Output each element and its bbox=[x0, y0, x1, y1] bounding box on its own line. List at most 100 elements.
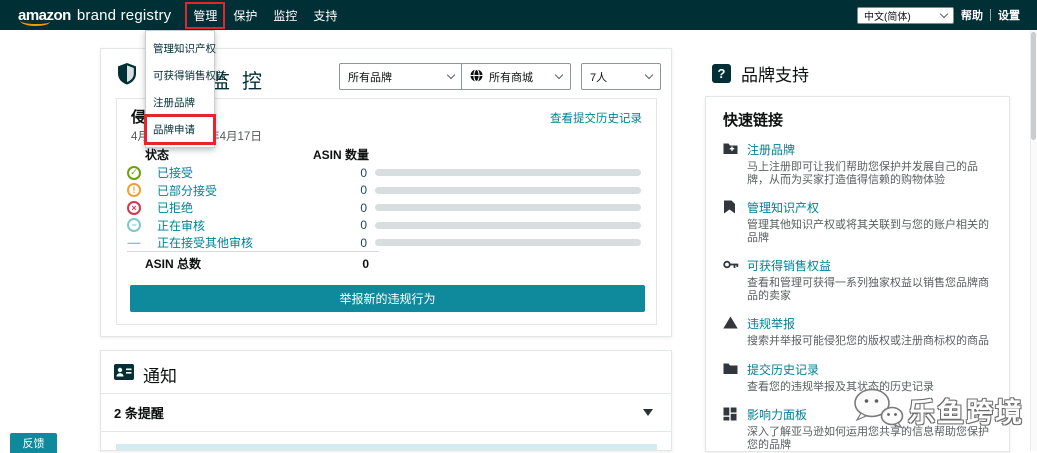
help-link[interactable]: 帮助 bbox=[954, 7, 990, 23]
status-link[interactable]: 已接受 bbox=[157, 164, 305, 181]
globe-icon bbox=[470, 68, 483, 85]
members-filter-value: 7人 bbox=[590, 71, 608, 84]
dropdown-item-manage-ip[interactable]: 管理知识产权 bbox=[146, 35, 216, 62]
list-item: 可获得销售权益 查看和管理可获得一系列独家权益以销售您品牌商品的卖家 bbox=[723, 257, 993, 302]
warning-triangle-icon bbox=[723, 315, 739, 348]
quick-link-desc: 搜索并举报可能侵犯您的版权或注册商标权的商品 bbox=[747, 335, 989, 347]
chevron-down-icon bbox=[644, 70, 654, 80]
scrollbar-thumb[interactable] bbox=[1031, 32, 1036, 140]
question-mark-icon: ? bbox=[712, 64, 731, 83]
table-row: ! 已部分接受 0 bbox=[117, 182, 656, 200]
alert-banner bbox=[116, 444, 657, 450]
asin-total-row: ASIN 总数 0 bbox=[117, 255, 656, 272]
progress-bar bbox=[375, 239, 641, 247]
shield-icon bbox=[116, 62, 138, 91]
count-column-header: ASIN 数量 bbox=[312, 147, 369, 162]
quick-link-desc: 查看和管理可获得一系列独家权益以销售您品牌商品的卖家 bbox=[747, 277, 989, 302]
quick-link-desc: 马上注册即可让我们帮助您保护并发展自己的品牌，从而为买家打造值得信赖的购物体验 bbox=[747, 161, 978, 186]
language-select[interactable]: 中文(简体) bbox=[857, 6, 954, 24]
progress-bar bbox=[375, 204, 641, 212]
asin-count: 0 bbox=[360, 218, 367, 233]
quick-link-desc: 管理其他知识产权或将其关联到与您的账户相关的品牌 bbox=[747, 219, 989, 244]
quick-link[interactable]: 注册品牌 bbox=[747, 141, 999, 158]
top-navbar: amazon brand registry 管理 保护 监控 支持 中文(简体)… bbox=[0, 0, 1037, 30]
chevron-down-icon bbox=[446, 70, 456, 80]
key-icon bbox=[723, 257, 739, 302]
members-filter-select[interactable]: 7人 bbox=[581, 63, 661, 90]
progress-bar bbox=[375, 169, 641, 177]
chat-bubbles-icon bbox=[852, 386, 904, 435]
amazon-smile-icon bbox=[20, 20, 50, 26]
watermark-text: 乐鱼跨境 bbox=[908, 398, 1024, 428]
collapse-caret-icon[interactable] bbox=[643, 409, 653, 416]
logo-suffix: brand registry bbox=[76, 6, 172, 24]
language-value: 中文(简体) bbox=[864, 11, 911, 23]
report-violation-button[interactable]: 举报新的违规行为 bbox=[130, 285, 645, 312]
marketplace-filter-select[interactable]: 所有商城 bbox=[461, 63, 571, 90]
watermark: 乐鱼跨境 bbox=[852, 386, 1024, 435]
manage-dropdown-menu: 管理知识产权 可获得销售权益 注册品牌 品牌申请 bbox=[144, 30, 227, 148]
status-link[interactable]: 已拒绝 bbox=[157, 199, 305, 216]
marketplace-filter-value: 所有商城 bbox=[489, 71, 533, 84]
asin-count: 0 bbox=[360, 200, 367, 215]
quick-link[interactable]: 违规举报 bbox=[747, 315, 999, 332]
table-row: — 正在接受其他审核 0 bbox=[117, 234, 656, 252]
quick-link[interactable]: 管理知识产权 bbox=[747, 199, 999, 216]
folder-plus-icon bbox=[723, 141, 739, 186]
status-table: 状态 ASIN 数量 ✓ 已接受 0 ! 已部分接受 0 × 已拒绝 0 − 正… bbox=[117, 146, 656, 252]
amazon-logo: amazon bbox=[18, 6, 71, 26]
brand-filter-value: 所有品牌 bbox=[348, 71, 392, 84]
progress-bar bbox=[375, 186, 641, 194]
chevron-down-icon bbox=[554, 70, 564, 80]
alerts-collapsible-row[interactable]: 2 条提醒 bbox=[101, 394, 671, 432]
check-circle-icon: ✓ bbox=[127, 165, 141, 180]
asin-count: 0 bbox=[360, 235, 367, 250]
asin-count: 0 bbox=[360, 183, 367, 198]
notifications-card: 通知 2 条提醒 bbox=[100, 350, 672, 451]
scrollbar-track bbox=[1030, 30, 1037, 451]
quick-links-heading: 快速链接 bbox=[723, 112, 784, 129]
brand-registry-logo[interactable]: amazon brand registry bbox=[18, 6, 172, 26]
table-row: − 正在审核 0 bbox=[117, 217, 656, 235]
minus-circle-icon: − bbox=[127, 218, 141, 233]
status-link[interactable]: 已部分接受 bbox=[157, 182, 305, 199]
menu-item-protect[interactable]: 保护 bbox=[225, 3, 265, 28]
menu-item-monitor[interactable]: 监控 bbox=[265, 3, 305, 28]
support-heading: 品牌支持 bbox=[741, 66, 809, 85]
status-link[interactable]: 正在接受其他审核 bbox=[157, 234, 305, 251]
folder-icon bbox=[723, 361, 739, 394]
contact-card-icon bbox=[114, 364, 134, 385]
settings-link[interactable]: 设置 bbox=[991, 7, 1027, 23]
dashboard-grid-icon bbox=[723, 406, 739, 451]
notifications-heading: 通知 bbox=[143, 367, 177, 386]
x-circle-icon: × bbox=[127, 200, 141, 215]
dropdown-item-selling-benefits[interactable]: 可获得销售权益 bbox=[146, 62, 227, 89]
bookmark-icon bbox=[723, 199, 739, 244]
exclamation-circle-icon: ! bbox=[127, 183, 141, 198]
status-link[interactable]: 正在审核 bbox=[157, 217, 305, 234]
alerts-count-label: 2 条提醒 bbox=[114, 406, 164, 421]
dropdown-item-enroll-brand[interactable]: 注册品牌 bbox=[146, 89, 214, 116]
list-item: 管理知识产权 管理其他知识产权或将其关联到与您的账户相关的品牌 bbox=[723, 199, 993, 244]
dash-icon: — bbox=[127, 235, 141, 251]
asin-count: 0 bbox=[360, 165, 367, 180]
table-row: ✓ 已接受 0 bbox=[117, 164, 656, 182]
asin-total-label: ASIN 总数 bbox=[145, 257, 202, 271]
main-menu: 管理 保护 监控 支持 bbox=[185, 1, 345, 29]
list-item: 注册品牌 马上注册即可让我们帮助您保护并发展自己的品牌，从而为买家打造值得信赖的… bbox=[723, 141, 993, 186]
submission-history-link[interactable]: 查看提交历史记录 bbox=[550, 110, 642, 126]
dropdown-item-brand-application[interactable]: 品牌申请 bbox=[144, 114, 216, 145]
progress-bar bbox=[375, 221, 641, 229]
table-row: × 已拒绝 0 bbox=[117, 199, 656, 217]
divider bbox=[127, 251, 379, 252]
menu-item-manage[interactable]: 管理 bbox=[185, 1, 226, 29]
brand-filter-select[interactable]: 所有品牌 bbox=[339, 63, 463, 90]
chevron-down-icon bbox=[939, 9, 949, 18]
feedback-button[interactable]: 反馈 bbox=[10, 433, 57, 453]
asin-total-value: 0 bbox=[362, 256, 369, 271]
quick-link[interactable]: 提交历史记录 bbox=[747, 361, 999, 378]
status-column-header: 状态 bbox=[145, 147, 170, 162]
table-header-row: 状态 ASIN 数量 bbox=[117, 146, 656, 162]
menu-item-support[interactable]: 支持 bbox=[305, 3, 345, 28]
quick-link[interactable]: 可获得销售权益 bbox=[747, 257, 999, 274]
